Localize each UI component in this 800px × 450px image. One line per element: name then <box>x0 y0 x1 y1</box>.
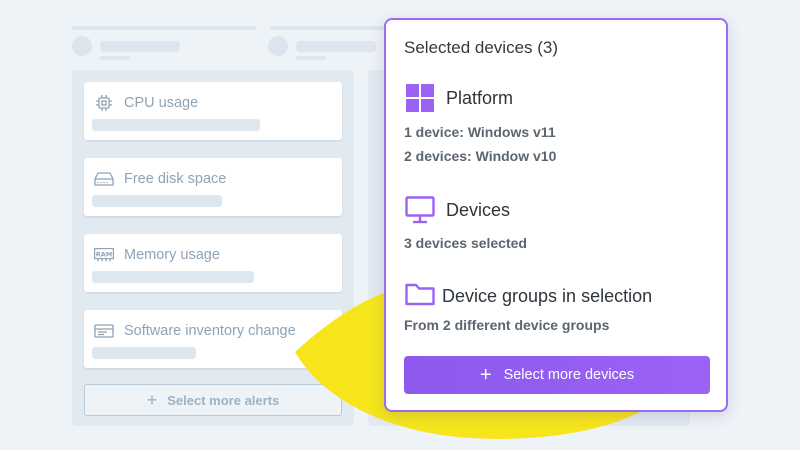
skeleton-avatar-left <box>72 36 92 56</box>
alert-label: CPU usage <box>124 95 199 111</box>
alert-label: Software inventory change <box>124 323 296 339</box>
select-more-devices-label: Select more devices <box>503 367 635 383</box>
plus-icon: + <box>479 364 492 386</box>
skeleton-bar <box>92 119 260 131</box>
disk-icon <box>94 170 114 188</box>
alert-card-memory[interactable]: RAM Memory usage <box>84 234 342 292</box>
popover-title: Selected devices (3) <box>404 38 559 57</box>
skeleton-bar <box>92 347 196 359</box>
ram-icon: RAM <box>94 246 114 264</box>
alert-card-cpu[interactable]: CPU usage <box>84 82 342 140</box>
ram-icon-text: RAM <box>96 250 113 258</box>
devices-heading: Devices <box>446 200 511 220</box>
groups-summary: From 2 different device groups <box>404 317 610 333</box>
skeleton-subtitle-left <box>100 56 130 60</box>
select-more-devices-button[interactable]: + Select more devices <box>404 356 710 394</box>
windows-icon <box>406 84 434 117</box>
skeleton-bar <box>92 271 254 283</box>
alert-card-disk[interactable]: Free disk space <box>84 158 342 216</box>
plus-icon: + <box>146 389 158 410</box>
monitor-icon <box>405 196 435 229</box>
platform-line-2: 2 devices: Window v10 <box>404 148 557 164</box>
alert-label: Memory usage <box>124 247 220 263</box>
folder-icon <box>405 282 435 311</box>
alert-label: Free disk space <box>124 171 227 187</box>
select-more-alerts-button[interactable]: + Select more alerts <box>84 384 342 416</box>
skeleton-title-right <box>296 41 376 52</box>
skeleton-avatar-right <box>268 36 288 56</box>
skeleton-top-line-right <box>270 26 390 30</box>
selected-devices-popover: Selected devices (3) Platform 1 device: … <box>384 18 728 412</box>
devices-summary: 3 devices selected <box>404 235 527 251</box>
cpu-icon <box>94 94 114 112</box>
skeleton-top-line-left <box>72 26 256 30</box>
skeleton-title-left <box>100 41 180 52</box>
platform-heading: Platform <box>446 88 514 108</box>
alert-card-software[interactable]: Software inventory change <box>84 310 342 368</box>
groups-heading: Device groups in selection <box>442 286 653 306</box>
skeleton-bar <box>92 195 222 207</box>
skeleton-subtitle-right <box>296 56 326 60</box>
select-more-alerts-label: Select more alerts <box>167 392 280 408</box>
window-icon <box>94 322 114 340</box>
platform-line-1: 1 device: Windows v11 <box>404 124 556 140</box>
